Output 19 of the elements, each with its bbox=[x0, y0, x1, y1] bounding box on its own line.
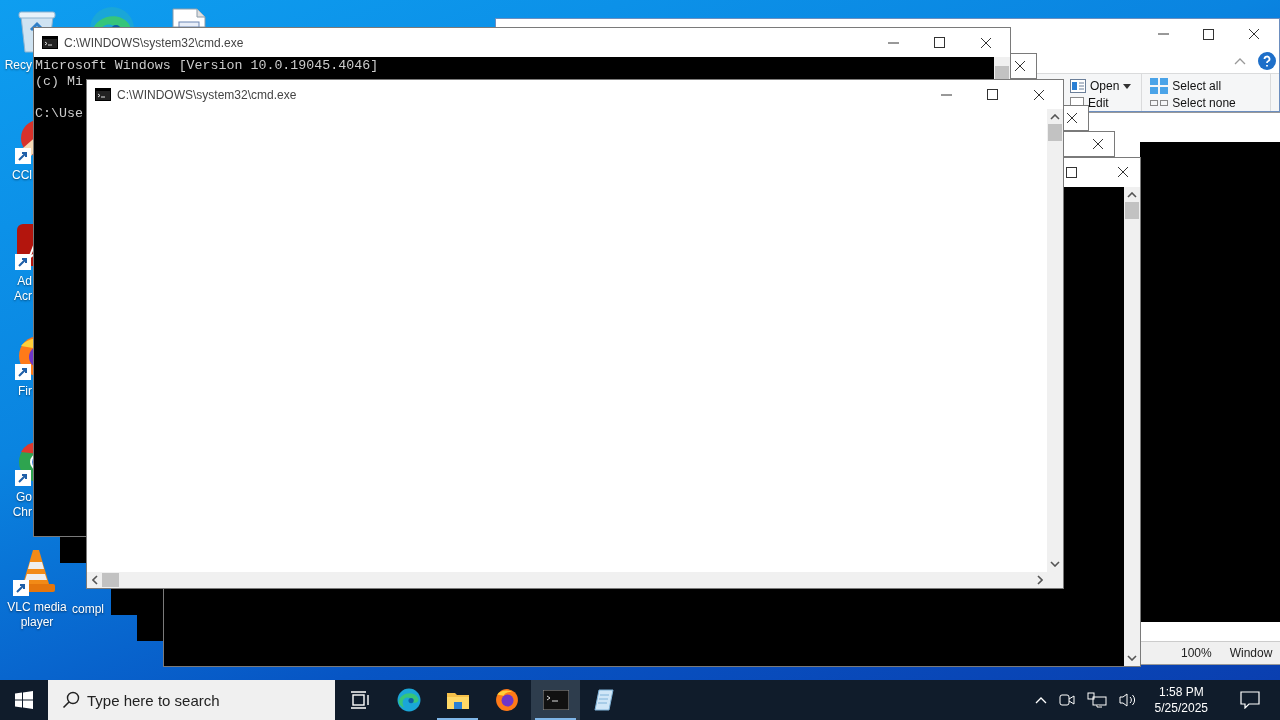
search-field[interactable]: Type here to search bbox=[48, 680, 335, 720]
console-line: (c) Mi bbox=[35, 74, 83, 90]
console-line: C:\Use bbox=[35, 105, 83, 122]
ribbon-button[interactable]: Open bbox=[1070, 78, 1132, 94]
ribbon-button[interactable]: Select all bbox=[1150, 78, 1261, 94]
window-title: C:\WINDOWS\system32\cmd.exe bbox=[117, 87, 297, 102]
desktop-icon-label[interactable]: VLC media player bbox=[1, 600, 73, 630]
desktop-icon-label[interactable]: Fir bbox=[0, 384, 32, 399]
window-title: C:\WINDOWS\system32\cmd.exe bbox=[64, 35, 244, 50]
desktop-icon-label[interactable]: Ad Acr bbox=[0, 274, 32, 304]
desktop-icon-label[interactable]: CCl bbox=[0, 168, 32, 183]
desktop-icon-label[interactable]: Recy bbox=[0, 58, 32, 73]
clock[interactable]: 1:58 PM 5/25/2025 bbox=[1148, 684, 1214, 716]
status-text: Window bbox=[1229, 646, 1273, 660]
desktop-icon-label[interactable]: Go Chr bbox=[0, 490, 32, 520]
status-text: 100% bbox=[1181, 646, 1212, 660]
console-line: Microsoft Windows [Version 10.0.19045.4046] bbox=[35, 58, 379, 74]
ribbon-button[interactable]: Select none bbox=[1150, 95, 1261, 111]
desktop-icon-label[interactable]: compl bbox=[72, 602, 104, 617]
